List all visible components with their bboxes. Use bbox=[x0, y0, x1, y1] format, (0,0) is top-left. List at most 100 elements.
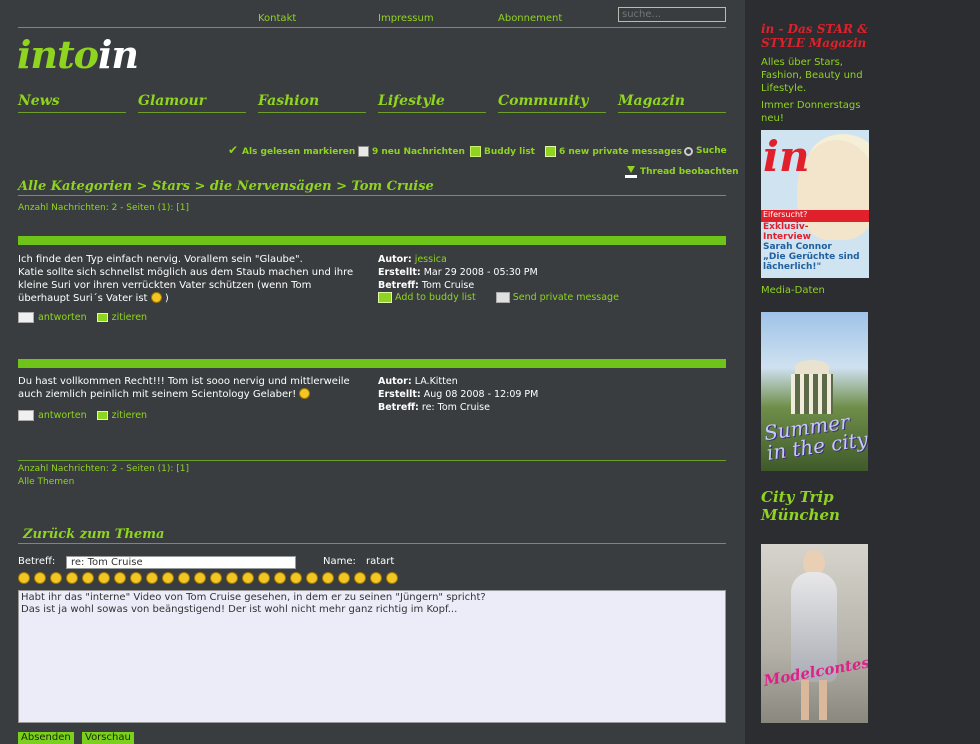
smiley-icon[interactable] bbox=[50, 572, 62, 584]
smiley-icon[interactable] bbox=[18, 572, 30, 584]
summer-ad-text: Summer in the city bbox=[762, 409, 868, 465]
created-value: Mar 29 2008 - 05:30 PM bbox=[423, 267, 538, 278]
sidebar-description: Alles über Stars, Fashion, Beauty und Li… bbox=[761, 57, 863, 94]
model-contest-banner[interactable]: Modelcontest bbox=[761, 544, 868, 723]
buddy-list-button[interactable]: Buddy list bbox=[470, 146, 535, 157]
name-field-label: Name: bbox=[323, 556, 356, 567]
sidebar-title: in - Das STAR & STYLE Magazin bbox=[761, 22, 868, 50]
mark-read-button[interactable]: Als gelesen markieren bbox=[228, 143, 356, 157]
nav-magazin[interactable]: Magazin bbox=[618, 93, 726, 113]
magazine-cover[interactable]: in Eifersucht? Exklusiv-Interview Sarah … bbox=[761, 130, 869, 278]
send-pm-button[interactable]: Send private message bbox=[495, 292, 619, 303]
page-info[interactable]: Anzahl Nachrichten: 2 - Seiten (1): [1] bbox=[18, 203, 189, 213]
reply-button[interactable]: antworten bbox=[18, 312, 87, 323]
smiley-icon[interactable] bbox=[210, 572, 222, 584]
author-label: Autor: bbox=[378, 376, 412, 387]
nav-news[interactable]: News bbox=[18, 93, 126, 113]
name-value: ratart bbox=[366, 556, 395, 567]
quote-button[interactable]: zitieren bbox=[96, 312, 147, 323]
sidebar-schedule: Immer Donnerstags neu! bbox=[761, 100, 861, 124]
post-author-row: Autor: jessica bbox=[378, 253, 726, 266]
nav-fashion[interactable]: Fashion bbox=[258, 93, 366, 113]
smiley-icon bbox=[299, 388, 311, 399]
link-impressum[interactable]: Impressum bbox=[378, 13, 434, 24]
smiley-icon[interactable] bbox=[370, 572, 382, 584]
link-kontakt[interactable]: Kontakt bbox=[258, 13, 296, 24]
post-user-actions: Add to buddy list Send private message bbox=[378, 292, 619, 303]
main-nav: News Glamour Fashion Lifestyle Community… bbox=[18, 93, 726, 115]
smiley-icon[interactable] bbox=[66, 572, 78, 584]
quote-label: zitieren bbox=[111, 410, 148, 421]
subject-label: Betreff: bbox=[378, 280, 419, 291]
smiley-icon[interactable] bbox=[322, 572, 334, 584]
reply-label: antworten bbox=[38, 312, 87, 323]
send-pm-label: Send private message bbox=[512, 292, 619, 303]
nav-lifestyle[interactable]: Lifestyle bbox=[378, 93, 486, 113]
smiley-icon[interactable] bbox=[82, 572, 94, 584]
mail-icon bbox=[545, 146, 556, 157]
cover-band: Eifersucht? bbox=[761, 210, 869, 222]
add-buddy-icon bbox=[378, 292, 392, 303]
model-legs bbox=[801, 680, 827, 720]
cover-name-text: Sarah Connor bbox=[763, 242, 832, 252]
smiley-icon[interactable] bbox=[146, 572, 158, 584]
post-created-row: Erstellt: Mar 29 2008 - 05:30 PM bbox=[378, 266, 726, 279]
site-logo[interactable]: intoin bbox=[17, 32, 139, 77]
smiley-icon[interactable] bbox=[34, 572, 46, 584]
main-content: Kontakt Impressum Abonnement intoin News… bbox=[0, 0, 745, 744]
search-input[interactable] bbox=[618, 7, 726, 22]
smiley-icon[interactable] bbox=[98, 572, 110, 584]
smiley-icon[interactable] bbox=[130, 572, 142, 584]
subject-input[interactable] bbox=[66, 556, 296, 569]
all-topics-link[interactable]: Alle Themen bbox=[18, 477, 74, 487]
smiley-icon[interactable] bbox=[386, 572, 398, 584]
smiley-icon[interactable] bbox=[242, 572, 254, 584]
breadcrumb[interactable]: Alle Kategorien > Stars > die Nervensäge… bbox=[18, 179, 726, 196]
post-meta: Autor: LA.Kitten Erstellt: Aug 08 2008 -… bbox=[378, 375, 726, 414]
new-messages-label: 9 neu Nachrichten bbox=[372, 146, 465, 157]
smiley-icon[interactable] bbox=[306, 572, 318, 584]
smiley-icon[interactable] bbox=[194, 572, 206, 584]
smiley-bar bbox=[18, 572, 418, 585]
smiley-icon[interactable] bbox=[178, 572, 190, 584]
top-links: Kontakt Impressum Abonnement bbox=[258, 13, 618, 27]
nav-community[interactable]: Community bbox=[498, 93, 606, 113]
smiley-icon[interactable] bbox=[114, 572, 126, 584]
reply-title: Zurück zum Thema bbox=[18, 527, 726, 544]
watch-thread-button[interactable]: Thread beobachten bbox=[625, 166, 739, 178]
city-trip-heading[interactable]: City Trip München bbox=[761, 488, 891, 524]
media-data-link[interactable]: Media-Daten bbox=[761, 284, 881, 297]
cover-name: Sarah Connor „Die Gerüchte sind lächerlic… bbox=[763, 242, 869, 272]
posts-divider bbox=[18, 460, 726, 461]
post-line: Du hast vollkommen Recht!!! Tom ist sooo… bbox=[18, 376, 350, 387]
new-messages-button[interactable]: 9 neu Nachrichten bbox=[358, 146, 465, 157]
smiley-icon[interactable] bbox=[354, 572, 366, 584]
quote-button[interactable]: zitieren bbox=[96, 410, 148, 421]
link-abonnement[interactable]: Abonnement bbox=[498, 13, 562, 24]
smiley-icon[interactable] bbox=[226, 572, 238, 584]
reply-button[interactable]: antworten bbox=[18, 410, 87, 421]
footer-page-info[interactable]: Anzahl Nachrichten: 2 - Seiten (1): [1] bbox=[18, 464, 189, 474]
smiley-icon[interactable] bbox=[162, 572, 174, 584]
author-link[interactable]: jessica bbox=[415, 254, 447, 265]
nav-glamour[interactable]: Glamour bbox=[138, 93, 246, 113]
post-line: kleine Suri vor ihren verrückten Vater s… bbox=[18, 280, 312, 291]
smiley-icon[interactable] bbox=[274, 572, 286, 584]
document-icon bbox=[358, 146, 369, 157]
logo-in: in bbox=[97, 32, 139, 77]
subject-label: Betreff: bbox=[378, 402, 419, 413]
summer-ad-banner[interactable]: Summer in the city bbox=[761, 312, 868, 471]
header-divider bbox=[18, 27, 726, 28]
author-link[interactable]: LA.Kitten bbox=[415, 376, 458, 387]
submit-button[interactable]: Absenden bbox=[18, 732, 74, 744]
add-buddy-button[interactable]: Add to buddy list bbox=[378, 292, 476, 303]
message-textarea[interactable]: Habt ihr das "interne" Video von Tom Cru… bbox=[18, 590, 726, 723]
smiley-icon[interactable] bbox=[338, 572, 350, 584]
search-button[interactable]: Suche bbox=[684, 146, 727, 156]
mark-read-label: Als gelesen markieren bbox=[242, 146, 356, 157]
private-messages-button[interactable]: 6 new private messages bbox=[545, 146, 682, 157]
smiley-icon[interactable] bbox=[258, 572, 270, 584]
preview-button[interactable]: Vorschau bbox=[82, 732, 134, 744]
smiley-icon[interactable] bbox=[290, 572, 302, 584]
created-label: Erstellt: bbox=[378, 389, 421, 400]
